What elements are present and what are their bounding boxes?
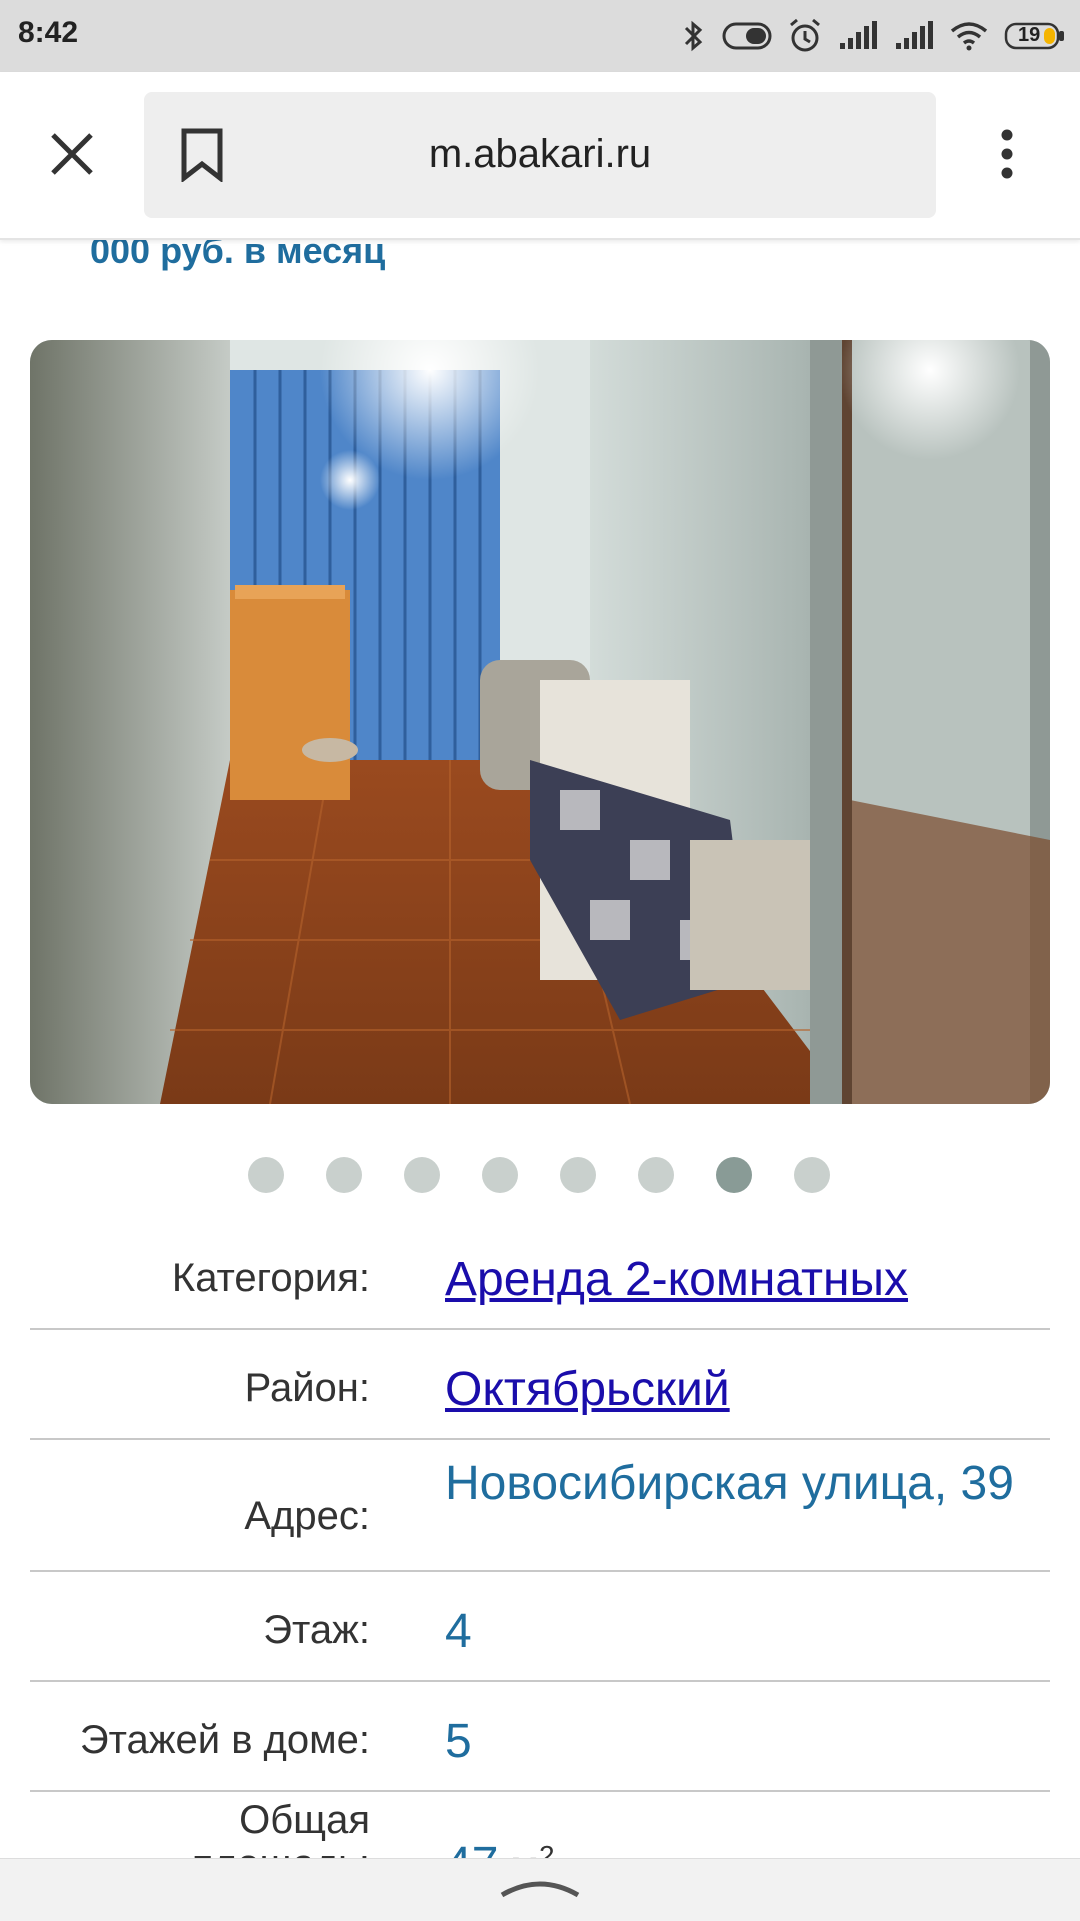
signal-icon [840,21,877,49]
detail-label: Этаж: [263,1608,370,1652]
chevron-up-icon [500,1881,580,1898]
url-bar[interactable]: m.abakari.ru [144,92,936,218]
browser-toolbar: m.abakari.ru [0,72,1080,240]
detail-value-text: 5 [445,1715,472,1768]
detail-row: Район: Октябрьский [30,1330,1050,1440]
bottom-bar [0,1858,1080,1921]
detail-value-text: Аренда 2-комнатных [445,1253,909,1306]
gallery-dot[interactable] [404,1157,440,1193]
wifi-icon [950,22,988,51]
detail-value: 4 [445,1602,1025,1662]
battery-level: 19 [1018,24,1041,46]
close-icon [51,133,93,175]
detail-value-text: 4 [445,1605,472,1658]
gallery-dot[interactable] [326,1157,362,1193]
detail-value-link[interactable]: Аренда 2-комнатных [445,1250,1025,1310]
detail-label: Категория: [171,1256,370,1300]
detail-value-text: Октябрьский [445,1363,730,1416]
gallery-dot[interactable] [482,1157,518,1193]
detail-value-link[interactable]: Октябрьский [445,1360,1025,1420]
gallery-dot[interactable] [638,1157,674,1193]
detail-row: Этажей в доме: 5 [30,1682,1050,1792]
detail-value: Новосибирская улица, 39 [445,1454,1025,1514]
detail-value: 5 [445,1712,1025,1772]
listing-photo[interactable] [30,340,1050,1104]
gallery-dot[interactable] [248,1157,284,1193]
status-time: 8:42 [18,16,79,49]
close-button[interactable] [40,122,104,186]
toggle-icon [722,22,772,50]
overflow-menu-icon [1001,129,1013,179]
detail-row: Этаж: 4 [30,1572,1050,1682]
gallery-dot[interactable] [560,1157,596,1193]
bluetooth-icon [684,20,703,52]
status-bar: 8:42 19 [0,0,1080,72]
status-icons: 19 [682,14,1066,58]
detail-label: Этажей в доме: [79,1718,370,1762]
listing-details: Категория: Аренда 2-комнатных Район: Октябр… [30,1220,1050,1891]
battery-icon: 19 [1004,22,1066,50]
detail-row: Категория: Аренда 2-комнатных [30,1220,1050,1330]
signal-icon [896,21,933,49]
url-text: m.abakari.ru [428,132,652,176]
alarm-icon [790,18,820,52]
detail-row: Адрес: Новосибирская улица, 39 [30,1440,1050,1572]
gallery-dot[interactable] [794,1157,830,1193]
detail-value-text: Новосибирская улица, 39 [445,1457,1014,1510]
detail-label: Район: [244,1366,370,1410]
overflow-menu-button[interactable] [982,122,1032,186]
gallery-pagination [248,1157,830,1193]
detail-label: Адрес: [244,1494,370,1538]
gallery-dot[interactable] [716,1157,752,1193]
room-photo-image [30,340,1050,1104]
expand-button[interactable] [500,1871,580,1904]
